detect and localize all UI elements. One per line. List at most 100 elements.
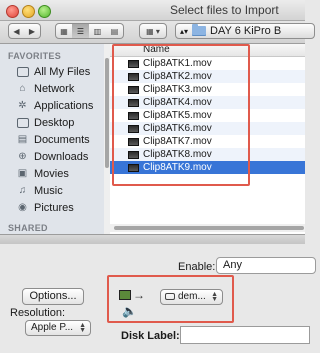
downloads-icon: ⊕ (18, 151, 27, 162)
file-list: Name Clip8ATK1.mov Clip8ATK2.mov Clip8AT… (110, 44, 305, 234)
sidebar-item-label: Documents (34, 133, 90, 146)
desktop-icon (16, 117, 29, 128)
resolution-select[interactable]: Apple P... ▲ ▼ (25, 320, 91, 336)
minimize-window-button[interactable] (22, 5, 35, 18)
coverflow-view-button[interactable]: ▤ (106, 23, 124, 39)
chevron-updown-icon: ▲ ▼ (79, 322, 86, 334)
folder-icon (192, 24, 207, 36)
speaker-icon: 🔈 (122, 304, 137, 318)
chevron-updown-icon: ▲ ▼ (211, 291, 218, 303)
arrange-grid-icon: ▦ ▾ (146, 26, 160, 36)
file-name: Clip8ATK5.mov (143, 110, 212, 121)
resolution-value: Apple P... (31, 322, 74, 333)
file-row[interactable]: Clip8ATK8.mov (110, 148, 305, 161)
movie-file-icon (128, 150, 139, 159)
path-popup[interactable]: ▴▾ DAY 6 KiPro B (175, 23, 315, 39)
column-view-icon: ▥ (93, 26, 102, 36)
audio-video-route-icon: → 🔈 (119, 288, 149, 320)
scrollbar-thumb[interactable] (114, 226, 304, 230)
path-folder-label: DAY 6 KiPro B (210, 25, 282, 37)
back-arrow-icon: ◀ (13, 26, 20, 36)
shared-header: SHARED (8, 223, 48, 233)
window-title: Select files to Import (170, 3, 279, 17)
toolbar: ◀ ▶ ▦ ☰ ▥ ▤ ▦ ▾ ▴▾ DAY 6 KiPro B (0, 21, 315, 44)
movie-file-icon (128, 137, 139, 146)
movie-file-icon (128, 124, 139, 133)
network-icon: ⌂ (19, 83, 26, 94)
arrange-popup-button[interactable]: ▦ ▾ (139, 23, 167, 39)
list-view-button[interactable]: ☰ (72, 23, 90, 39)
name-column-header[interactable]: Name (110, 44, 305, 57)
file-name: Clip8ATK2.mov (143, 71, 212, 82)
file-name: Clip8ATK1.mov (143, 58, 212, 69)
file-row[interactable]: Clip8ATK2.mov (110, 70, 305, 83)
route-arrow-icon: → (133, 288, 145, 302)
chevron-updown-icon: ▴▾ (180, 26, 189, 36)
close-window-button[interactable] (6, 5, 19, 18)
sidebar-item-applications[interactable]: ✲ Applications (0, 97, 104, 114)
file-row-selected[interactable]: Clip8ATK9.mov (110, 161, 305, 174)
pictures-icon: ◉ (18, 202, 27, 213)
options-button[interactable]: Options... (22, 288, 84, 305)
coverflow-view-icon: ▤ (110, 26, 119, 36)
file-row[interactable]: Clip8ATK7.mov (110, 135, 305, 148)
file-name: Clip8ATK4.mov (143, 97, 212, 108)
movie-file-icon (128, 163, 139, 172)
file-row[interactable]: Clip8ATK6.mov (110, 122, 305, 135)
resolution-label: Resolution: (10, 307, 66, 319)
movies-icon: ▣ (17, 168, 28, 179)
route-value: dem... (178, 291, 206, 302)
enable-label: Enable: (178, 261, 216, 273)
sidebar-item-label: All My Files (34, 65, 91, 78)
sidebar-item-label: Pictures (34, 201, 74, 214)
movie-file-icon (128, 111, 139, 120)
forward-arrow-icon: ▶ (28, 26, 36, 36)
sidebar-item-label: Network (34, 82, 75, 95)
sidebar-item-all-my-files[interactable]: All My Files (0, 63, 104, 80)
list-view-icon: ☰ (76, 26, 85, 36)
sidebar-item-pictures[interactable]: ◉ Pictures (0, 199, 104, 216)
sidebar-item-movies[interactable]: ▣ Movies (0, 165, 104, 182)
sidebar-item-downloads[interactable]: ⊕ Downloads (0, 148, 104, 165)
sidebar-item-music[interactable]: ♫ Music (0, 182, 104, 199)
disk-label: Disk Label: (121, 330, 180, 342)
sidebar-item-label: Downloads (34, 150, 89, 163)
icon-view-icon: ▦ (60, 26, 68, 36)
file-name: Clip8ATK8.mov (143, 149, 212, 160)
movie-file-icon (128, 98, 139, 107)
scrollbar-thumb[interactable] (105, 58, 109, 168)
favorites-header: FAVORITES (8, 51, 62, 61)
title-bar: Select files to Import (0, 0, 305, 21)
sidebar-item-desktop[interactable]: Desktop (0, 114, 104, 131)
enable-select[interactable]: Any (216, 257, 316, 274)
file-name: Clip8ATK7.mov (143, 136, 212, 147)
column-view-button[interactable]: ▥ (89, 23, 107, 39)
file-name: Clip8ATK9.mov (143, 162, 212, 173)
sidebar-item-network[interactable]: ⌂ Network (0, 80, 104, 97)
movie-file-icon (128, 72, 139, 81)
route-select[interactable]: dem... ▲ ▼ (160, 289, 223, 305)
sidebar: FAVORITES All My Files ⌂ Network ✲ Appli… (0, 44, 105, 234)
movie-file-icon (128, 85, 139, 94)
back-button[interactable]: ◀ (8, 23, 25, 39)
monitor-icon (119, 290, 131, 300)
applications-icon: ✲ (18, 100, 27, 111)
disk-label-input[interactable] (180, 326, 310, 344)
sidebar-item-label: Applications (34, 99, 94, 112)
file-name: Clip8ATK3.mov (143, 84, 212, 95)
file-row[interactable]: Clip8ATK5.mov (110, 109, 305, 122)
sidebar-item-documents[interactable]: ▤ Documents (0, 131, 104, 148)
import-options-panel: Enable: Any Options... Resolution: Apple… (0, 244, 316, 353)
zoom-window-button[interactable] (38, 5, 51, 18)
music-icon: ♫ (18, 185, 27, 196)
file-list-h-scrollbar[interactable] (110, 224, 305, 232)
file-row[interactable]: Clip8ATK4.mov (110, 96, 305, 109)
file-row[interactable]: Clip8ATK3.mov (110, 83, 305, 96)
documents-icon: ▤ (17, 134, 28, 145)
file-name: Clip8ATK6.mov (143, 123, 212, 134)
forward-button[interactable]: ▶ (24, 23, 41, 39)
file-row[interactable]: Clip8ATK1.mov (110, 57, 305, 70)
movie-file-icon (128, 59, 139, 68)
icon-view-button[interactable]: ▦ (55, 23, 73, 39)
all-files-icon (16, 66, 29, 77)
